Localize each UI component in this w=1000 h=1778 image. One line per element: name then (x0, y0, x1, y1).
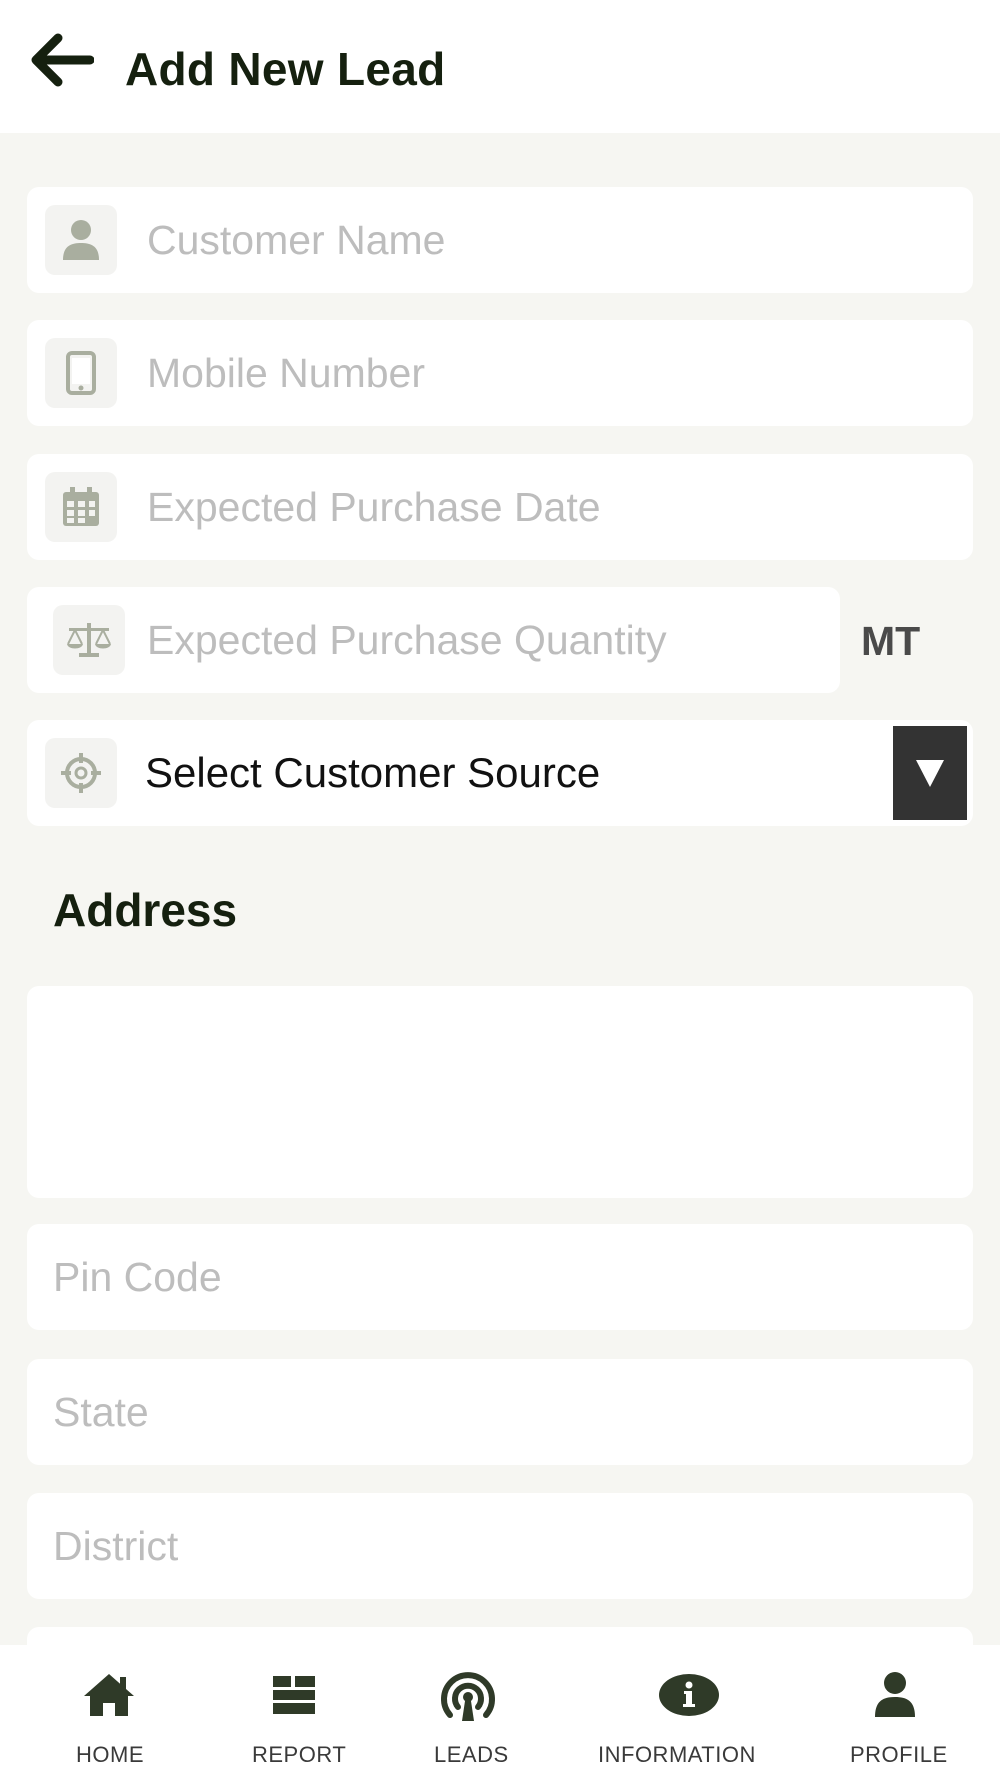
nav-information-label: INFORMATION (598, 1742, 756, 1767)
triangle-down-icon (916, 760, 944, 787)
state-input[interactable] (53, 1359, 953, 1465)
bottom-navigation: HOME REPORT LEADS INFORMATION PROFILE (0, 1645, 1000, 1778)
nav-profile[interactable]: PROFILE (840, 1645, 960, 1778)
nav-report[interactable]: REPORT (232, 1645, 362, 1778)
arrow-left-icon (31, 33, 94, 87)
dropdown-toggle-button[interactable] (893, 726, 967, 820)
person-icon (45, 205, 117, 275)
customer-source-value: Select Customer Source (145, 749, 601, 796)
quantity-unit-label: MT (861, 618, 921, 664)
state-field[interactable] (27, 1359, 973, 1465)
profile-icon (874, 1669, 916, 1721)
nav-information[interactable]: INFORMATION (590, 1645, 790, 1778)
pin-code-input[interactable] (53, 1224, 953, 1330)
home-icon (82, 1669, 136, 1721)
customer-name-input[interactable] (147, 187, 927, 293)
purchase-quantity-field[interactable] (27, 587, 840, 693)
calendar-icon (45, 472, 117, 542)
pin-code-field[interactable] (27, 1224, 973, 1330)
mobile-number-field[interactable] (27, 320, 973, 426)
app-header: Add New Lead (0, 0, 1000, 133)
nav-report-label: REPORT (252, 1742, 347, 1767)
back-button[interactable] (26, 28, 96, 92)
broadcast-icon (438, 1669, 498, 1721)
page-title: Add New Lead (125, 43, 446, 95)
address-input[interactable] (27, 986, 973, 1198)
customer-source-select[interactable]: Select Customer Source (27, 720, 973, 826)
purchase-date-field[interactable] (27, 454, 973, 560)
customer-name-field[interactable] (27, 187, 973, 293)
crosshair-icon (45, 738, 117, 808)
nav-leads[interactable]: LEADS (420, 1645, 530, 1778)
address-field[interactable] (27, 986, 973, 1198)
info-icon (658, 1669, 720, 1721)
nav-home[interactable]: HOME (48, 1645, 168, 1778)
district-field[interactable] (27, 1493, 973, 1599)
mobile-number-input[interactable] (147, 320, 927, 426)
purchase-date-input[interactable] (147, 454, 927, 560)
nav-home-label: HOME (76, 1742, 144, 1767)
balance-scale-icon (53, 605, 125, 675)
purchase-quantity-input[interactable] (147, 587, 817, 693)
mobile-phone-icon (45, 338, 117, 408)
report-icon (273, 1669, 315, 1721)
nav-leads-label: LEADS (434, 1742, 509, 1767)
address-section-label: Address (53, 884, 238, 936)
nav-profile-label: PROFILE (850, 1742, 948, 1767)
district-input[interactable] (53, 1493, 953, 1599)
